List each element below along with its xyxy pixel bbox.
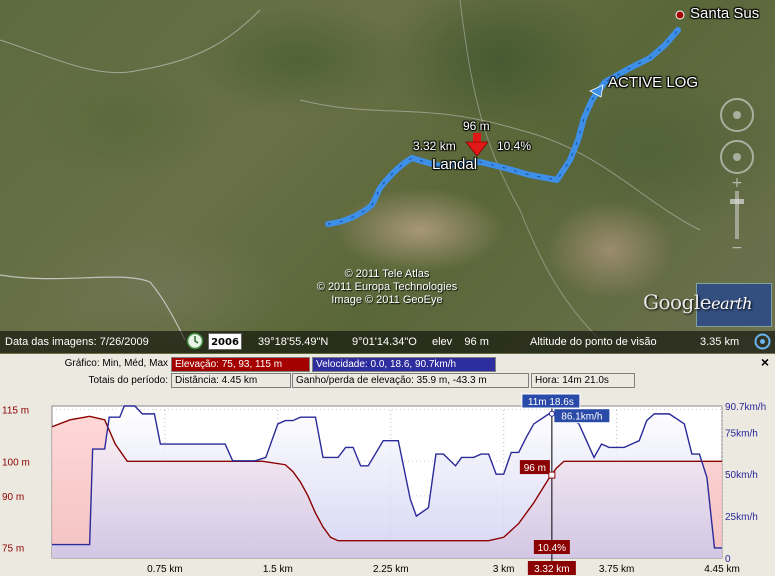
track-label[interactable]: ACTIVE LOG [608, 74, 698, 91]
distance-stat-box: Distância: 4.45 km [171, 373, 291, 388]
logo-earth-text: earth [711, 294, 752, 313]
x-tick-label: 3 km [493, 564, 515, 575]
historical-imagery-clock-icon[interactable] [186, 332, 204, 350]
placemark-pin-icon[interactable] [675, 10, 685, 20]
y-right-tick-label: 75km/h [725, 428, 758, 439]
copyright-line: Image © 2011 GeoEye [331, 294, 443, 306]
cursor-time-label: 11m 18.6s [528, 397, 574, 408]
position-marker-icon [465, 133, 489, 157]
elevation-stat-box[interactable]: Elevação: 75, 93, 115 m [171, 357, 310, 372]
cursor-speed-label: 86.1km/h [561, 412, 602, 423]
logo-google-text: Google [643, 290, 712, 314]
elevation-speed-chart[interactable]: 115 m 100 m 90 m 75 m 90.7km/h 75km/h 50km/h 25… [0, 392, 775, 576]
graph-label: Gráfico: Min, Méd, Max [64, 358, 168, 369]
profile-header: Gráfico: Min, Méd, Max Elevação: 75, 93,… [0, 354, 775, 392]
marker-elevation: 96 m [463, 119, 490, 133]
y-right-tick-label: 25km/h [725, 512, 758, 523]
road-line [0, 9, 261, 74]
google-earth-logo: Googleearth [643, 290, 752, 314]
historical-imagery-year[interactable]: 2006 [208, 333, 242, 350]
cursor-grade-label: 10.4% [538, 543, 566, 554]
latitude-readout: 39°18'55.49"N [258, 336, 329, 348]
x-tick-label: 4.45 km [704, 564, 740, 575]
status-bar: Data das imagens: 7/26/2009 39°18'55.49"… [0, 331, 775, 353]
longitude-readout: 9°01'14.34"O [352, 336, 417, 348]
gps-track[interactable] [325, 27, 681, 227]
x-tick-label: 1.5 km [263, 564, 293, 575]
cursor-x-label: 3.32 km [534, 564, 570, 575]
zoom-slider[interactable] [735, 191, 739, 239]
speed-stat-box[interactable]: Velocidade: 0.0, 18.6, 90.7km/h [312, 357, 496, 372]
marker-distance: 3.32 km [413, 139, 456, 153]
copyright-line: © 2011 Tele Atlas [344, 268, 430, 280]
cursor-speed-point [548, 410, 555, 417]
imagery-date: Data das imagens: 7/26/2009 [5, 336, 149, 348]
eye-altitude-label: Altitude do ponto de visão [530, 336, 657, 348]
zoom-out-icon[interactable]: − [731, 240, 743, 255]
imagery-copyright: © 2011 Tele Atlas © 2011 Europa Technolo… [277, 268, 497, 307]
x-tick-label: 0.75 km [147, 564, 183, 575]
y-right-tick-label: 90.7km/h [725, 402, 766, 413]
elevation-readout: elev 96 m [432, 336, 489, 348]
copyright-line: © 2011 Europa Technologies [316, 281, 458, 293]
time-stat-box: Hora: 14m 21.0s [531, 373, 635, 388]
zoom-in-icon[interactable]: + [731, 175, 743, 191]
totals-label: Totais do período: [88, 375, 169, 386]
elevation-profile-panel: Gráfico: Min, Méd, Max Elevação: 75, 93,… [0, 354, 775, 576]
cursor-elev-point [548, 471, 556, 479]
y-left-tick-label: 115 m [2, 405, 29, 416]
map-view[interactable]: Santa Sus ACTIVE LOG Landal 96 m 3.32 km… [0, 0, 775, 354]
y-right-tick-label: 50km/h [725, 470, 758, 481]
gain-loss-stat-box: Ganho/perda de elevação: 35.9 m, -43.3 m [292, 373, 529, 388]
place-label-santa[interactable]: Santa Sus [690, 5, 759, 22]
close-button[interactable]: × [758, 355, 772, 370]
y-left-tick-label: 100 m [2, 457, 30, 468]
marker-grade: 10.4% [497, 139, 532, 153]
x-tick-label: 2.25 km [373, 564, 409, 575]
navigation-controls[interactable]: + − [712, 95, 762, 255]
place-label-landal[interactable]: Landal [432, 156, 477, 173]
eye-altitude-value: 3.35 km [700, 336, 740, 348]
zoom-slider-thumb[interactable] [730, 199, 744, 204]
x-tick-label: 3.75 km [599, 564, 635, 575]
y-left-tick-label: 90 m [2, 492, 24, 503]
y-left-tick-label: 75 m [2, 544, 24, 555]
streaming-status-icon [754, 333, 771, 350]
cursor-elev-label: 96 m [524, 463, 546, 474]
